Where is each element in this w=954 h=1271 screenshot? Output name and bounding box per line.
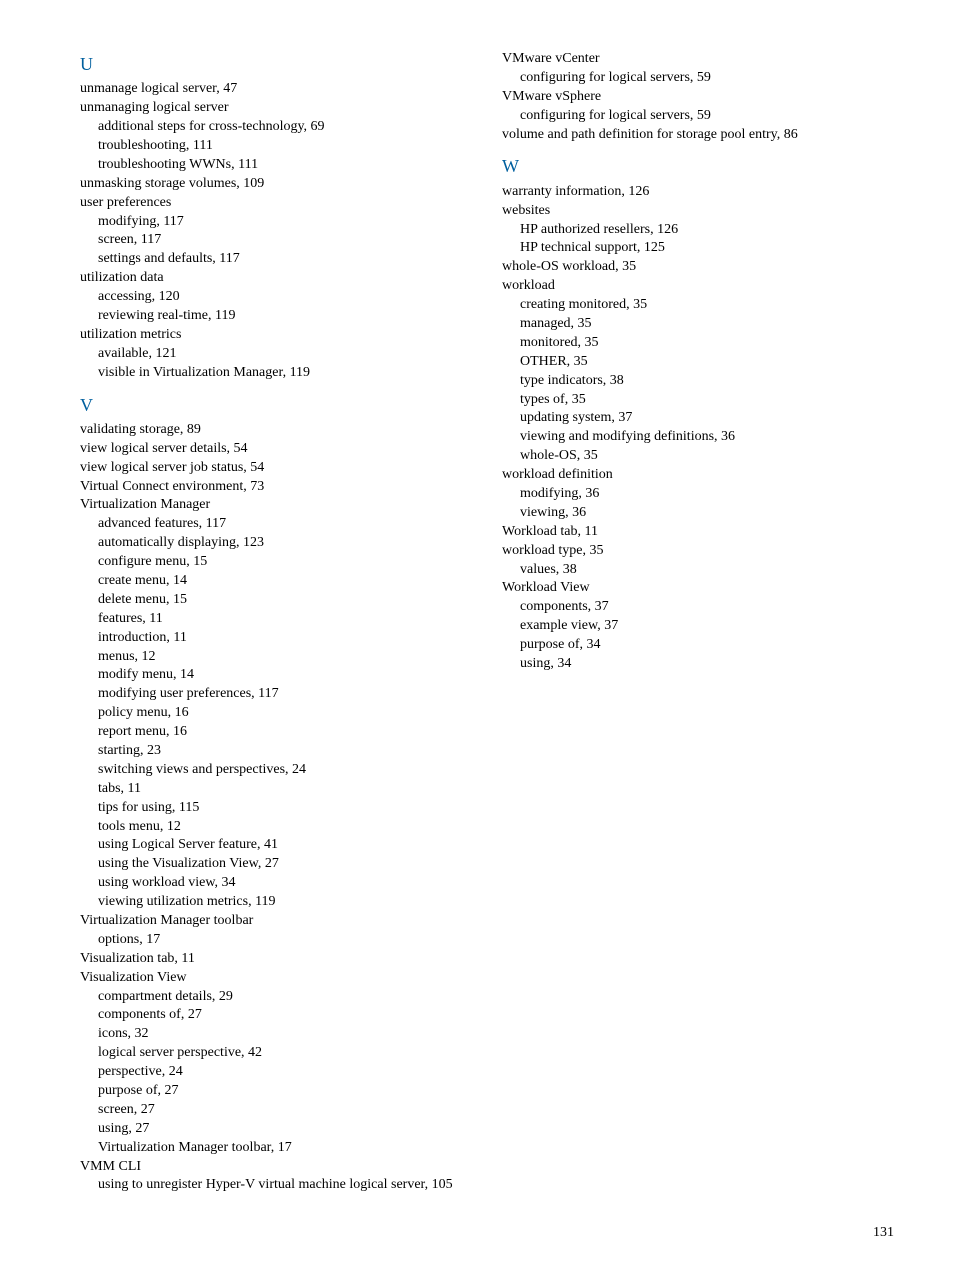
index-subentry: report menu, 16 <box>80 723 472 742</box>
index-subentry: tips for using, 115 <box>80 799 472 818</box>
index-entry: VMware vSphere <box>502 88 894 107</box>
index-entry: unmasking storage volumes, 109 <box>80 175 472 194</box>
index-subentry: starting, 23 <box>80 742 472 761</box>
index-subentry: modifying, 36 <box>502 485 894 504</box>
index-subentry: tools menu, 12 <box>80 818 472 837</box>
index-subentry: using to unregister Hyper-V virtual mach… <box>80 1176 472 1195</box>
section-heading: U <box>80 52 472 76</box>
index-entry: view logical server details, 54 <box>80 440 472 459</box>
index-entry: user preferences <box>80 194 472 213</box>
index-subentry: menus, 12 <box>80 648 472 667</box>
index-subentry: automatically displaying, 123 <box>80 534 472 553</box>
index-subentry: example view, 37 <box>502 617 894 636</box>
index-subentry: configuring for logical servers, 59 <box>502 69 894 88</box>
index-subentry: configure menu, 15 <box>80 553 472 572</box>
index-subentry: HP authorized resellers, 126 <box>502 221 894 240</box>
index-subentry: using Logical Server feature, 41 <box>80 836 472 855</box>
index-subentry: switching views and perspectives, 24 <box>80 761 472 780</box>
index-subentry: using, 27 <box>80 1120 472 1139</box>
index-subentry: troubleshooting, 111 <box>80 137 472 156</box>
index-subentry: updating system, 37 <box>502 409 894 428</box>
index-entry: Virtual Connect environment, 73 <box>80 478 472 497</box>
index-entry: Workload View <box>502 579 894 598</box>
index-subentry: Virtualization Manager toolbar, 17 <box>80 1139 472 1158</box>
index-subentry: modifying, 117 <box>80 213 472 232</box>
index-subentry: viewing, 36 <box>502 504 894 523</box>
index-subentry: options, 17 <box>80 931 472 950</box>
index-entry: validating storage, 89 <box>80 421 472 440</box>
index-entry: warranty information, 126 <box>502 183 894 202</box>
index-entry: VMM CLI <box>80 1158 472 1177</box>
index-subentry: using the Visualization View, 27 <box>80 855 472 874</box>
index-subentry: visible in Virtualization Manager, 119 <box>80 364 472 383</box>
index-entry: volume and path definition for storage p… <box>502 126 894 145</box>
index-entry: Virtualization Manager toolbar <box>80 912 472 931</box>
index-entry: Workload tab, 11 <box>502 523 894 542</box>
index-entry: utilization data <box>80 269 472 288</box>
index-subentry: types of, 35 <box>502 391 894 410</box>
index-subentry: configuring for logical servers, 59 <box>502 107 894 126</box>
index-subentry: create menu, 14 <box>80 572 472 591</box>
section-heading: W <box>502 154 894 178</box>
index-subentry: screen, 27 <box>80 1101 472 1120</box>
index-subentry: components, 37 <box>502 598 894 617</box>
index-subentry: viewing and modifying definitions, 36 <box>502 428 894 447</box>
index-subentry: introduction, 11 <box>80 629 472 648</box>
index-subentry: HP technical support, 125 <box>502 239 894 258</box>
index-entry: workload <box>502 277 894 296</box>
index-entry: Visualization View <box>80 969 472 988</box>
index-entry: utilization metrics <box>80 326 472 345</box>
index-subentry: logical server perspective, 42 <box>80 1044 472 1063</box>
index-subentry: settings and defaults, 117 <box>80 250 472 269</box>
index-subentry: whole-OS, 35 <box>502 447 894 466</box>
index-subentry: available, 121 <box>80 345 472 364</box>
index-subentry: monitored, 35 <box>502 334 894 353</box>
index-subentry: troubleshooting WWNs, 111 <box>80 156 472 175</box>
index-entry: Virtualization Manager <box>80 496 472 515</box>
index-entry: unmanage logical server, 47 <box>80 80 472 99</box>
index-entry: Visualization tab, 11 <box>80 950 472 969</box>
index-subentry: viewing utilization metrics, 119 <box>80 893 472 912</box>
index-subentry: using, 34 <box>502 655 894 674</box>
index-entry: workload type, 35 <box>502 542 894 561</box>
index-subentry: compartment details, 29 <box>80 988 472 1007</box>
page-number: 131 <box>873 1224 894 1243</box>
index-subentry: policy menu, 16 <box>80 704 472 723</box>
index-subentry: purpose of, 34 <box>502 636 894 655</box>
index-subentry: screen, 117 <box>80 231 472 250</box>
index-entry: unmanaging logical server <box>80 99 472 118</box>
index-subentry: purpose of, 27 <box>80 1082 472 1101</box>
index-subentry: delete menu, 15 <box>80 591 472 610</box>
index-subentry: perspective, 24 <box>80 1063 472 1082</box>
index-page: Uunmanage logical server, 47unmanaging l… <box>0 0 954 1250</box>
index-subentry: type indicators, 38 <box>502 372 894 391</box>
index-subentry: creating monitored, 35 <box>502 296 894 315</box>
index-entry: websites <box>502 202 894 221</box>
index-subentry: managed, 35 <box>502 315 894 334</box>
index-entry: VMware vCenter <box>502 50 894 69</box>
index-subentry: accessing, 120 <box>80 288 472 307</box>
section-heading: V <box>80 393 472 417</box>
index-subentry: using workload view, 34 <box>80 874 472 893</box>
index-subentry: advanced features, 117 <box>80 515 472 534</box>
index-subentry: OTHER, 35 <box>502 353 894 372</box>
index-subentry: additional steps for cross-technology, 6… <box>80 118 472 137</box>
index-entry: workload definition <box>502 466 894 485</box>
index-entry: view logical server job status, 54 <box>80 459 472 478</box>
index-subentry: icons, 32 <box>80 1025 472 1044</box>
index-subentry: modifying user preferences, 117 <box>80 685 472 704</box>
index-subentry: features, 11 <box>80 610 472 629</box>
index-subentry: tabs, 11 <box>80 780 472 799</box>
index-subentry: components of, 27 <box>80 1006 472 1025</box>
index-subentry: reviewing real-time, 119 <box>80 307 472 326</box>
index-subentry: modify menu, 14 <box>80 666 472 685</box>
index-subentry: values, 38 <box>502 561 894 580</box>
index-entry: whole-OS workload, 35 <box>502 258 894 277</box>
